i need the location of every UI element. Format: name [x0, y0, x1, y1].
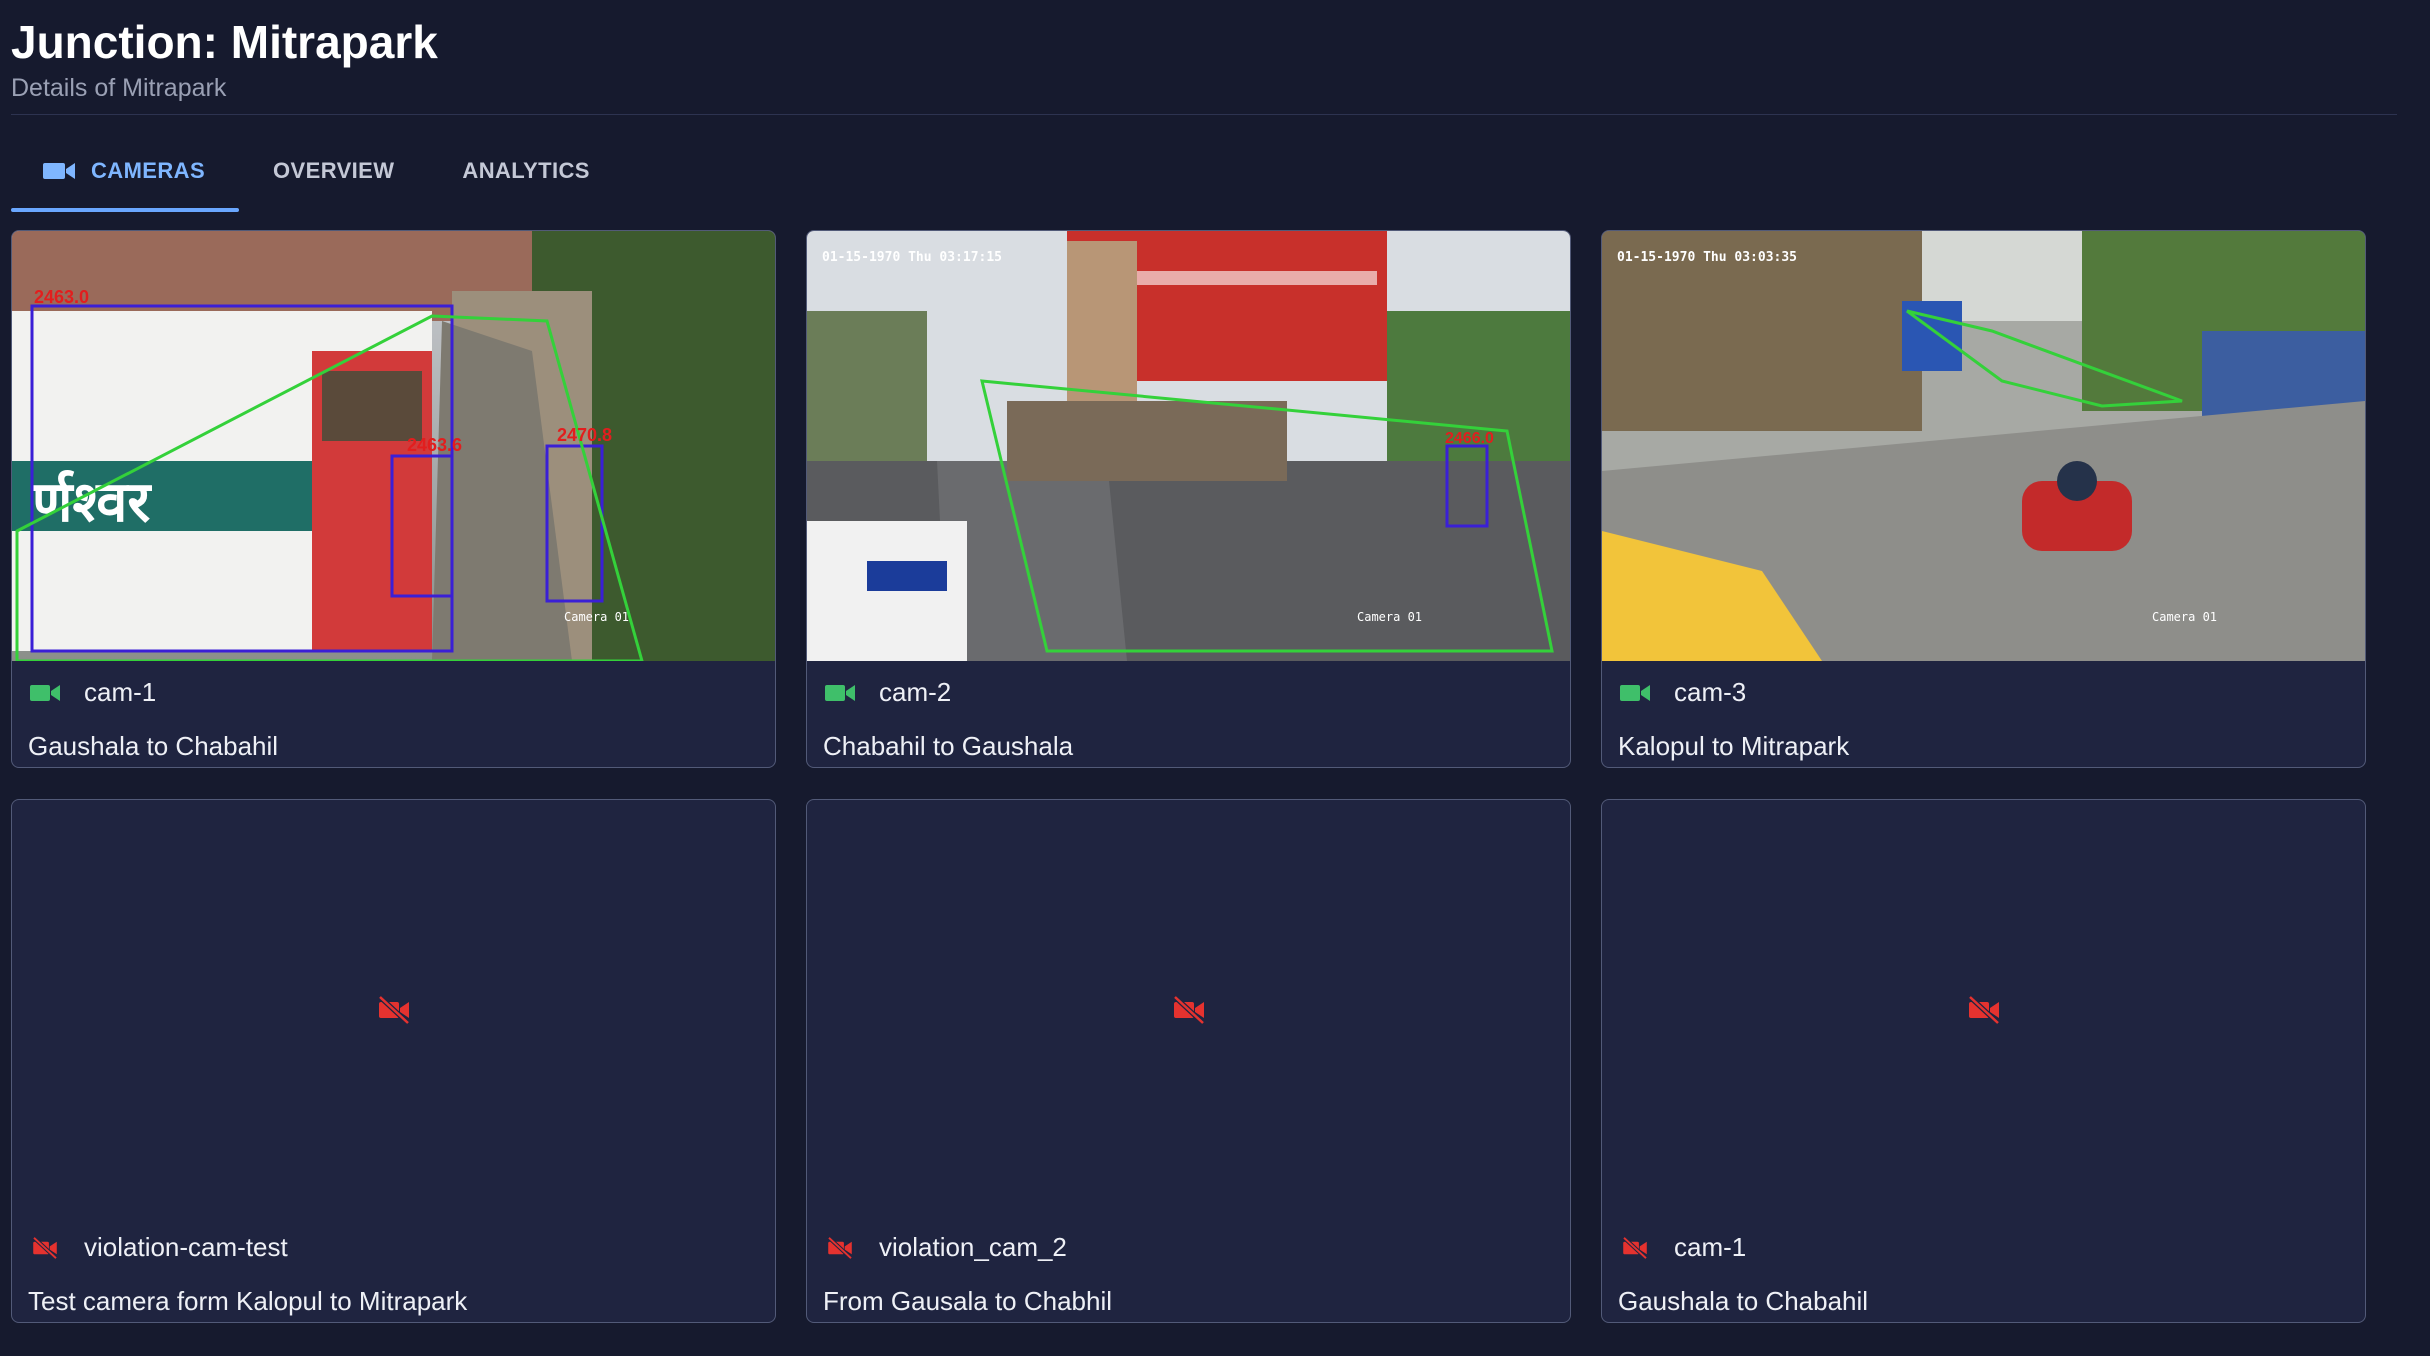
- header-divider: [11, 114, 2397, 115]
- tab-analytics[interactable]: ANALYTICS: [428, 130, 623, 212]
- camera-description: From Gausala to Chabhil: [823, 1286, 1113, 1316]
- camera-offline-placeholder: [12, 800, 775, 1220]
- camera-card[interactable]: violation-cam-test Test camera form Kalo…: [11, 799, 776, 1323]
- tab-overview-label: OVERVIEW: [273, 158, 395, 183]
- camera-card[interactable]: cam-1 Gaushala to Chabahil: [1601, 799, 2366, 1323]
- page-title: Junction: Mitrapark: [11, 16, 438, 68]
- tab-bar: CAMERAS OVERVIEW ANALYTICS: [11, 130, 624, 212]
- video-camera-off-icon: [1967, 996, 2000, 1024]
- tab-analytics-label: ANALYTICS: [462, 158, 590, 183]
- camera-name: cam-2: [879, 677, 952, 707]
- svg-text:2466.0: 2466.0: [1445, 430, 1494, 447]
- video-camera-icon: [30, 684, 60, 701]
- camera-offline-placeholder: [807, 800, 1570, 1220]
- svg-text:2470.8: 2470.8: [557, 425, 612, 445]
- camera-description: Test camera form Kalopul to Mitrapark: [28, 1286, 468, 1316]
- camera-description: Chabahil to Gaushala: [823, 731, 1074, 761]
- camera-name: violation_cam_2: [879, 1232, 1067, 1262]
- camera-feed-thumbnail[interactable]: र्णश्वर 2463.6 2470.8 2463.0 Camera 01: [12, 231, 775, 661]
- camera-status-row: cam-3: [1620, 677, 1746, 708]
- camera-feed-thumbnail[interactable]: 01-15-1970 Thu 03:03:35 Camera 01: [1602, 231, 2365, 661]
- tab-cameras-label: CAMERAS: [91, 158, 206, 183]
- camera-name: violation-cam-test: [84, 1232, 288, 1262]
- camera-name: cam-1: [1674, 1232, 1747, 1262]
- camera-description: Gaushala to Chabahil: [1618, 1286, 1869, 1316]
- camera-status-row: violation_cam_2: [825, 1232, 1067, 1263]
- camera-status-row: violation-cam-test: [30, 1232, 288, 1263]
- video-camera-off-icon: [827, 1236, 853, 1259]
- video-camera-off-icon: [1172, 996, 1205, 1024]
- camera-offline-placeholder: [1602, 800, 2365, 1220]
- camera-overlay-timestamp: 01-15-1970 Thu 03:03:35: [1617, 250, 1797, 265]
- camera-name: cam-1: [84, 677, 157, 707]
- camera-card[interactable]: violation_cam_2 From Gausala to Chabhil: [806, 799, 1571, 1323]
- camera-name: cam-3: [1674, 677, 1747, 707]
- camera-status-row: cam-2: [825, 677, 951, 708]
- tab-overview[interactable]: OVERVIEW: [239, 130, 428, 212]
- tab-cameras[interactable]: CAMERAS: [11, 130, 240, 212]
- camera-overlay-timestamp: 01-15-1970 Thu 03:17:15: [822, 250, 1002, 265]
- video-camera-icon: [43, 163, 75, 179]
- camera-overlay-label: Camera 01: [1357, 610, 1422, 624]
- camera-status-row: cam-1: [30, 677, 156, 708]
- video-camera-icon: [1620, 684, 1650, 701]
- camera-feed-thumbnail[interactable]: 2466.0 01-15-1970 Thu 03:17:15 Camera 01: [807, 231, 1570, 661]
- page-subtitle: Details of Mitrapark: [11, 74, 227, 102]
- video-camera-off-icon: [1622, 1236, 1648, 1259]
- camera-status-row: cam-1: [1620, 1232, 1746, 1263]
- page-header: Junction: Mitrapark Details of Mitrapark: [11, 14, 438, 104]
- camera-description: Gaushala to Chabahil: [28, 731, 279, 761]
- video-camera-off-icon: [32, 1236, 58, 1259]
- svg-text:2463.0: 2463.0: [34, 287, 89, 307]
- video-camera-icon: [825, 684, 855, 701]
- camera-overlay-label: Camera 01: [564, 610, 629, 624]
- video-camera-off-icon: [377, 996, 410, 1024]
- svg-text:2463.6: 2463.6: [407, 435, 462, 455]
- camera-card[interactable]: र्णश्वर 2463.6 2470.8 2463.0 Camera 01 c…: [11, 230, 776, 768]
- svg-text:र्णश्वर: र्णश्वर: [31, 469, 152, 535]
- camera-card[interactable]: 2466.0 01-15-1970 Thu 03:17:15 Camera 01…: [806, 230, 1571, 768]
- camera-card[interactable]: 01-15-1970 Thu 03:03:35 Camera 01 cam-3 …: [1601, 230, 2366, 768]
- camera-description: Kalopul to Mitrapark: [1618, 731, 1850, 761]
- camera-overlay-label: Camera 01: [2152, 610, 2217, 624]
